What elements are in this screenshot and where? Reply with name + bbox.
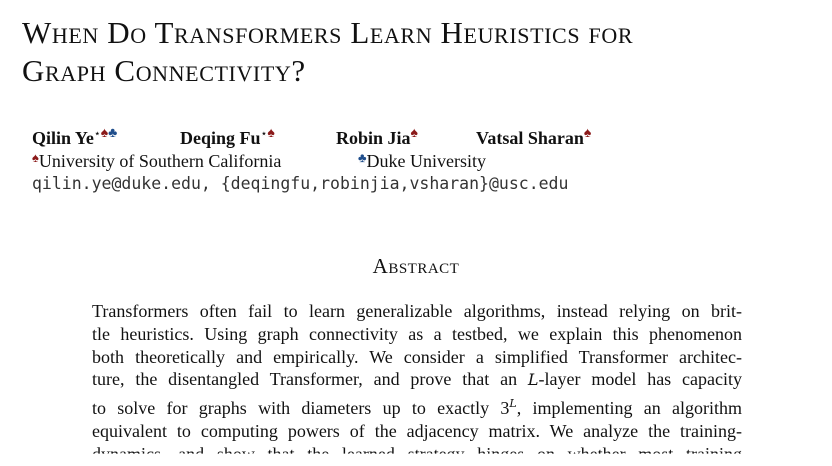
author-deqing-fu: Deqing Fu⋆♠ [180, 126, 275, 148]
spade-icon: ♠ [32, 150, 39, 165]
math-power: 3L [500, 397, 517, 419]
abstract-line: to solve for graphs with diameters up to… [92, 397, 743, 419]
math-L: L [527, 370, 539, 390]
author-robin-jia: Robin Jia♠ [336, 126, 418, 148]
abstract-line: equivalent to computing powers of the ad… [92, 420, 742, 441]
author-vatsal-sharan: Vatsal Sharan♠ [476, 126, 592, 148]
club-icon: ♣ [358, 150, 367, 165]
abstract-line: tle heuristics. Using graph connectivity… [92, 323, 742, 344]
abstract-text: Transformers often fail to learn general… [92, 300, 742, 466]
author-qilin-ye: Qilin Ye⋆♠♣ [32, 126, 118, 148]
abstract-line: both theoretically and empirically. We c… [92, 346, 742, 367]
affiliation-duke: ♣Duke University [358, 150, 487, 171]
abstract-heading: Abstract [372, 254, 460, 278]
title-line-2: Graph Connectivity? [22, 53, 306, 88]
abstract-line: dynamics, and show that the learned stra… [92, 443, 742, 464]
abstract-line: ture, the disentangled Transformer, and … [92, 369, 742, 390]
abstract-line: Transformers often fail to learn general… [92, 301, 742, 321]
author-emails: qilin.ye@duke.edu, {deqingfu,robinjia,vs… [32, 174, 569, 193]
affiliation-usc: ♠University of Southern California [32, 150, 282, 171]
paper-title: When Do Transformers Learn Heuristics fo… [22, 14, 822, 90]
title-line-1: When Do Transformers Learn Heuristics fo… [22, 15, 634, 50]
